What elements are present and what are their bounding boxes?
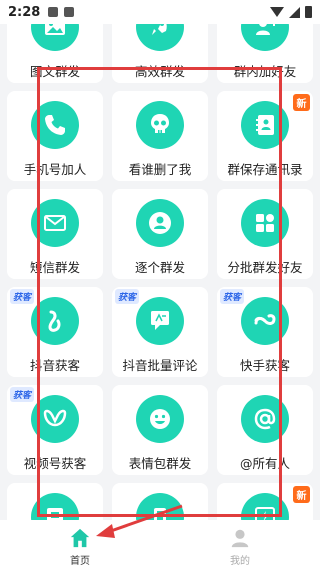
feature-card[interactable]: 获客抖音批量评论 (112, 287, 208, 377)
notification-icon (64, 7, 75, 17)
feature-label: 图文群发 (29, 64, 80, 79)
feature-card[interactable]: 新 (217, 483, 313, 520)
huoke-badge: 获客 (115, 289, 140, 304)
feature-label: 群内加好友 (233, 64, 297, 79)
feature-card[interactable]: 分批群发好友 (217, 189, 313, 279)
rocket-icon (136, 24, 184, 51)
new-badge: 新 (293, 94, 310, 111)
bottom-tab-bar: 首页 我的 (0, 520, 320, 568)
tab-mine[interactable]: 我的 (160, 520, 320, 568)
feature-grid-viewport[interactable]: 图文群发 高效群发 群内加好友 手机号加人 看谁删了我新群保存通讯录 短信群发 逐个群发 分批… (0, 24, 320, 520)
signal-icon (289, 6, 300, 18)
kuaishou-icon (241, 297, 289, 345)
mirror-icon (136, 493, 184, 520)
feature-card[interactable]: 图文群发 (7, 24, 103, 83)
contacts-book-icon (241, 101, 289, 149)
feature-card[interactable]: 看谁删了我 (112, 91, 208, 181)
huoke-badge: 获客 (10, 289, 35, 304)
profile-icon (231, 529, 249, 548)
huoke-badge: 获客 (220, 289, 245, 304)
feature-card[interactable] (7, 483, 103, 520)
feature-card[interactable]: 短信群发 (7, 189, 103, 279)
new-badge: 新 (293, 486, 310, 503)
feature-label: 视频号获客 (23, 456, 87, 471)
feature-label: 群保存通讯录 (227, 162, 303, 177)
feature-label: 抖音获客 (29, 358, 80, 373)
feature-label: 表情包群发 (128, 456, 192, 471)
tab-home[interactable]: 首页 (0, 520, 160, 568)
feature-card[interactable]: 获客抖音获客 (7, 287, 103, 377)
user-plus-icon (241, 24, 289, 51)
feature-label: 分批群发好友 (227, 260, 303, 275)
home-icon (70, 528, 90, 548)
huoke-badge: 获客 (10, 387, 35, 402)
feature-label: 短信群发 (29, 260, 80, 275)
tab-home-label: 首页 (70, 556, 90, 567)
status-bar: 2:28 (0, 0, 320, 24)
feature-label: 手机号加人 (23, 162, 87, 177)
feature-label: @所有人 (239, 456, 290, 471)
wifi-icon (270, 7, 284, 17)
notification-icon (48, 7, 59, 17)
image-icon (31, 24, 79, 51)
feature-card[interactable]: @所有人 (217, 385, 313, 475)
lightning-icon (241, 493, 289, 520)
channels-butterfly-icon (31, 395, 79, 443)
feature-label: 抖音批量评论 (122, 358, 198, 373)
feature-label: 看谁删了我 (128, 162, 192, 177)
mail-icon (31, 199, 79, 247)
feature-card[interactable]: 群内加好友 (217, 24, 313, 83)
feature-card[interactable]: 获客视频号获客 (7, 385, 103, 475)
feature-card[interactable]: 获客快手获客 (217, 287, 313, 377)
grid-apps-icon (241, 199, 289, 247)
feature-card[interactable] (112, 483, 208, 520)
feature-card[interactable]: 逐个群发 (112, 189, 208, 279)
douyin-icon (31, 297, 79, 345)
feature-grid: 图文群发 高效群发 群内加好友 手机号加人 看谁删了我新群保存通讯录 短信群发 逐个群发 分批… (7, 24, 313, 520)
feature-card[interactable]: 手机号加人 (7, 91, 103, 181)
feature-card[interactable]: 新群保存通讯录 (217, 91, 313, 181)
feature-card[interactable]: 表情包群发 (112, 385, 208, 475)
stamp-icon (31, 493, 79, 520)
person-icon (136, 199, 184, 247)
smiley-icon (136, 395, 184, 443)
battery-icon (305, 6, 312, 18)
at-sign-icon (241, 395, 289, 443)
feature-label: 高效群发 (134, 64, 185, 79)
comment-icon (136, 297, 184, 345)
feature-label: 快手获客 (239, 358, 290, 373)
status-time: 2:28 (8, 4, 41, 20)
phone-icon (31, 101, 79, 149)
feature-label: 逐个群发 (134, 260, 185, 275)
skull-icon (136, 101, 184, 149)
feature-card[interactable]: 高效群发 (112, 24, 208, 83)
tab-mine-label: 我的 (230, 556, 250, 567)
